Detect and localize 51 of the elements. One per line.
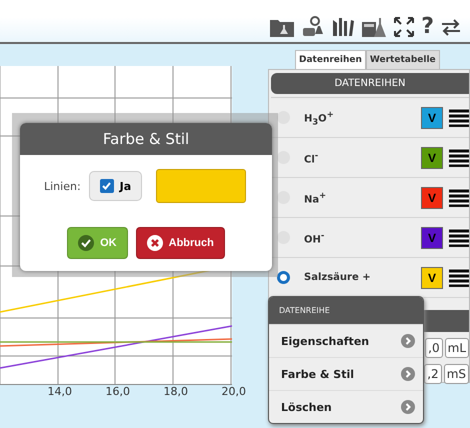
chevron-circle-icon (401, 400, 415, 414)
menu-item[interactable]: Farbe & Stil (269, 357, 423, 390)
series-label: Salzsäure + (304, 272, 372, 283)
axis-tick-label: 16,0 (106, 385, 130, 398)
unit-field[interactable]: mL (444, 338, 469, 358)
checkbox[interactable] (100, 179, 114, 193)
menu-header: DATENREIHE (269, 297, 423, 324)
color-button[interactable]: V (421, 266, 443, 288)
field-label: Linien: (44, 180, 81, 192)
calculator-flask-icon[interactable] (361, 16, 388, 38)
series-label: H$_{3}$O$^{+}$ (304, 108, 335, 126)
tab[interactable]: Wertetabelle (366, 50, 440, 69)
cancel-button[interactable]: Abbruch (136, 227, 225, 259)
swap-arrows-icon[interactable] (440, 18, 462, 36)
radio-button[interactable] (277, 271, 290, 284)
dialog-title: Farbe & Stil (20, 123, 272, 155)
radio-button[interactable] (277, 231, 290, 244)
books-icon[interactable] (331, 16, 356, 38)
axis-tick-label: 14,0 (48, 385, 72, 398)
help-icon[interactable]: ? (421, 15, 434, 39)
series-label: Cl$^{-}$ (304, 150, 320, 166)
color-button[interactable]: V (421, 146, 443, 168)
series-label: OH$^{-}$ (304, 230, 326, 246)
check-circle-icon (78, 235, 94, 251)
menu-icon[interactable] (449, 148, 469, 166)
menu-item[interactable]: Löschen (269, 390, 423, 423)
value-field[interactable]: ,0 (425, 338, 443, 358)
radio-button[interactable] (277, 151, 290, 164)
expand-icon[interactable] (393, 16, 416, 38)
chevron-circle-icon (401, 367, 415, 381)
checkbox-toggle[interactable]: Ja (88, 171, 142, 201)
color-button[interactable]: V (421, 186, 443, 208)
value-field[interactable]: ,2 (424, 364, 442, 384)
color-button[interactable]: V (421, 106, 443, 128)
tab[interactable]: Datenreihen (295, 50, 366, 69)
panel-header: DATENREIHEN (271, 73, 469, 94)
unit-field[interactable]: mS (444, 364, 469, 384)
menu-icon[interactable] (449, 228, 469, 246)
radio-button[interactable] (277, 111, 290, 124)
chevron-circle-icon (401, 334, 415, 348)
radio-button[interactable] (277, 191, 290, 204)
series-label: Na$^{+}$ (304, 190, 328, 206)
axis-tick-label: 20,0 (222, 385, 246, 398)
close-circle-icon (146, 235, 163, 251)
menu-icon[interactable] (449, 268, 469, 286)
menu-icon[interactable] (449, 108, 469, 126)
axis-tick-label: 18,0 (164, 385, 188, 398)
menu-item[interactable]: Eigenschaften (269, 324, 423, 357)
checkbox-label: Ja (120, 180, 132, 192)
menu-icon[interactable] (449, 188, 469, 206)
color-swatch[interactable] (156, 169, 246, 203)
